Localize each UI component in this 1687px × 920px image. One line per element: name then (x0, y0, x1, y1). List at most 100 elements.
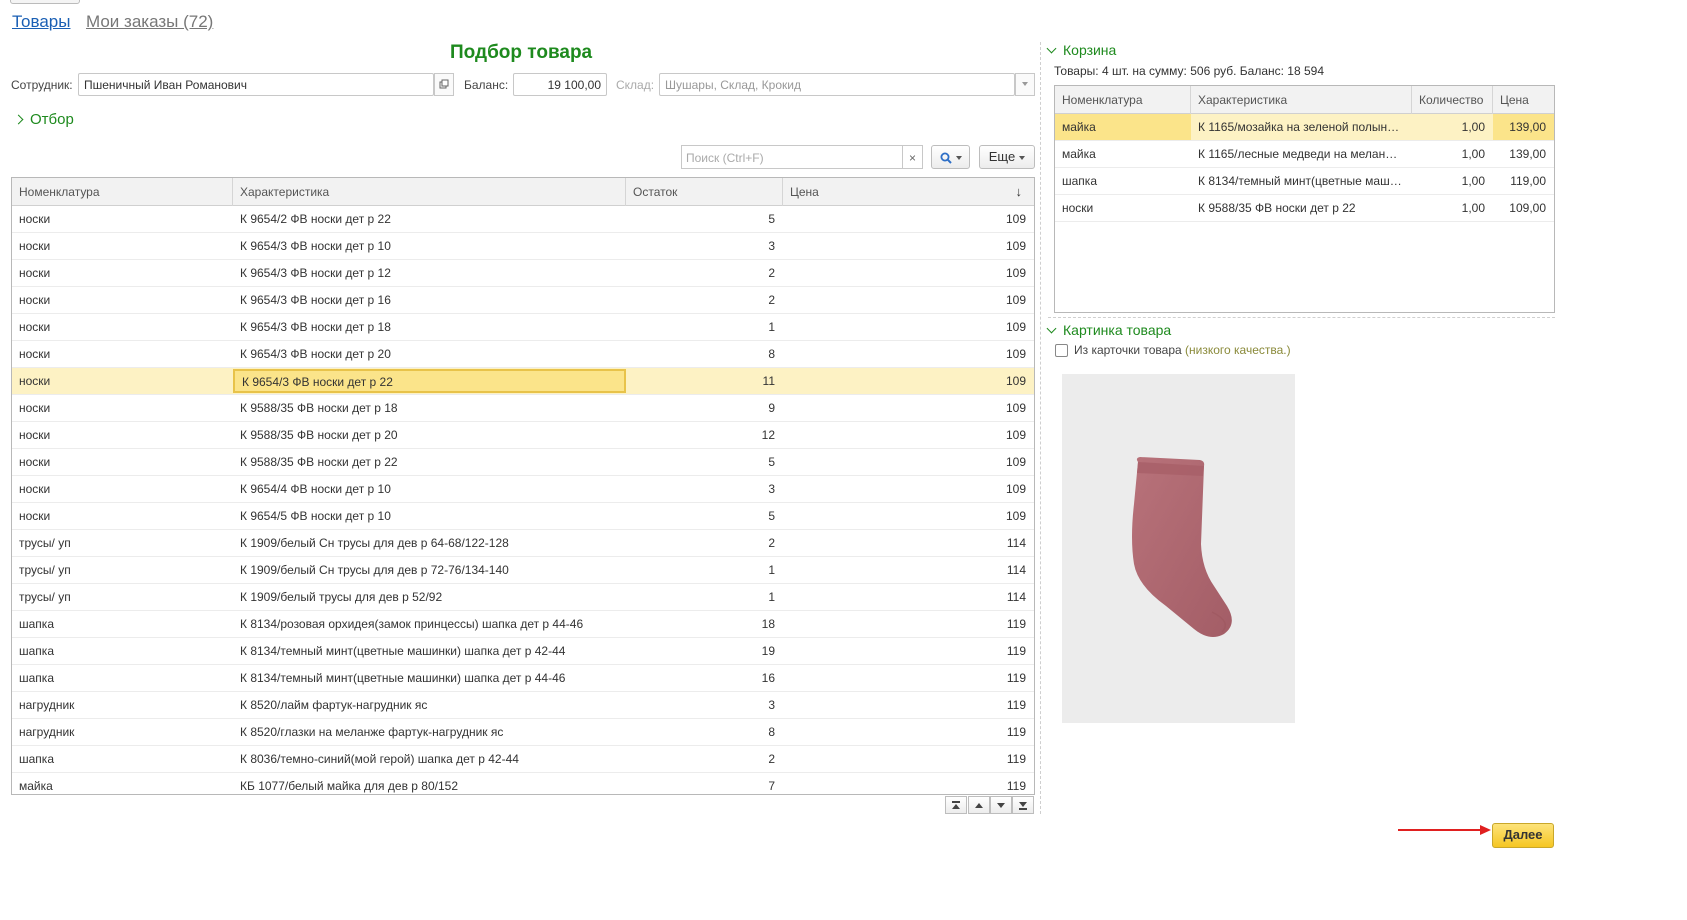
cart-column-price[interactable]: Цена (1493, 86, 1554, 114)
page-up-icon[interactable] (968, 796, 990, 814)
row-stock[interactable]: 1 (626, 584, 783, 610)
row-nomenclature[interactable]: носки (12, 368, 233, 394)
column-header-characteristic[interactable]: Характеристика (233, 178, 626, 206)
cart-row-price[interactable]: 119,00 (1493, 168, 1554, 194)
row-price[interactable]: 109 (783, 287, 1034, 313)
row-characteristic[interactable]: К 1909/белый Сн трусы для дев р 72-76/13… (233, 557, 626, 583)
tab-my-orders[interactable]: Мои заказы (72) (86, 12, 213, 32)
cart-row-nomenclature[interactable]: шапка (1055, 168, 1191, 194)
row-characteristic[interactable]: К 8520/лайм фартук-нагрудник яс (233, 692, 626, 718)
row-nomenclature[interactable]: майка (12, 773, 233, 794)
cart-row-characteristic[interactable]: К 1165/мозайка на зеленой полын… (1191, 114, 1412, 140)
table-row[interactable]: трусы/ уп К 1909/белый Сн трусы для дев р… (12, 557, 1034, 584)
row-price[interactable]: 109 (783, 260, 1034, 286)
column-header-stock[interactable]: Остаток (626, 178, 783, 206)
row-characteristic[interactable]: К 9654/3 ФВ носки дет р 10 (233, 233, 626, 259)
table-row[interactable]: шапка К 8134/темный минт(цветные машинки)… (12, 665, 1034, 692)
row-price[interactable]: 109 (783, 233, 1034, 259)
row-stock[interactable]: 2 (626, 260, 783, 286)
row-price[interactable]: 109 (783, 206, 1034, 232)
search-button[interactable] (931, 145, 970, 169)
row-nomenclature[interactable]: носки (12, 449, 233, 475)
table-row[interactable]: нагрудник К 8520/лайм фартук-нагрудник яс… (12, 692, 1034, 719)
row-stock[interactable]: 2 (626, 287, 783, 313)
row-stock[interactable]: 1 (626, 557, 783, 583)
row-price[interactable]: 119 (783, 611, 1034, 637)
cart-row[interactable]: майка К 1165/лесные медведи на мелан… 1,00… (1055, 141, 1554, 168)
cart-row-price[interactable]: 139,00 (1493, 114, 1554, 140)
chevron-down-icon[interactable] (1015, 73, 1035, 96)
cart-row-characteristic[interactable]: К 1165/лесные медведи на мелан… (1191, 141, 1412, 167)
row-nomenclature[interactable]: носки (12, 287, 233, 313)
cart-row[interactable]: майка К 1165/мозайка на зеленой полын… 1,0… (1055, 114, 1554, 141)
row-stock[interactable]: 18 (626, 611, 783, 637)
cart-row-price[interactable]: 139,00 (1493, 141, 1554, 167)
row-stock[interactable]: 16 (626, 665, 783, 691)
row-stock[interactable]: 5 (626, 503, 783, 529)
row-stock[interactable]: 9 (626, 395, 783, 421)
row-price[interactable]: 119 (783, 719, 1034, 745)
row-stock[interactable]: 5 (626, 449, 783, 475)
row-stock[interactable]: 3 (626, 233, 783, 259)
table-row[interactable]: носки К 9654/3 ФВ носки дет р 18 1 109 (12, 314, 1034, 341)
search-input[interactable]: Поиск (Ctrl+F) (681, 145, 903, 169)
row-characteristic[interactable]: К 9654/3 ФВ носки дет р 20 (233, 341, 626, 367)
row-stock[interactable]: 5 (626, 206, 783, 232)
row-nomenclature[interactable]: носки (12, 206, 233, 232)
row-stock[interactable]: 12 (626, 422, 783, 448)
cart-row-quantity[interactable]: 1,00 (1412, 141, 1493, 167)
row-characteristic[interactable]: К 8036/темно-синий(мой герой) шапка дет … (233, 746, 626, 772)
warehouse-field[interactable]: Шушары, Склад, Крокид (659, 73, 1015, 96)
table-row[interactable]: носки К 9654/3 ФВ носки дет р 12 2 109 (12, 260, 1034, 287)
row-stock[interactable]: 8 (626, 341, 783, 367)
cart-row-quantity[interactable]: 1,00 (1412, 195, 1493, 221)
row-stock[interactable]: 2 (626, 530, 783, 556)
cart-row-nomenclature[interactable]: майка (1055, 141, 1191, 167)
row-price[interactable]: 109 (783, 422, 1034, 448)
page-down-icon[interactable] (990, 796, 1012, 814)
row-price[interactable]: 119 (783, 692, 1034, 718)
row-price[interactable]: 119 (783, 773, 1034, 794)
row-price[interactable]: 109 (783, 368, 1034, 394)
row-price[interactable]: 114 (783, 584, 1034, 610)
row-characteristic[interactable]: К 9588/35 ФВ носки дет р 20 (233, 422, 626, 448)
top-toolbar-stub[interactable] (10, 0, 80, 4)
first-page-icon[interactable] (945, 796, 967, 814)
balance-field[interactable]: 19 100,00 (513, 73, 607, 96)
column-header-nomenclature[interactable]: Номенклатура (12, 178, 233, 206)
table-row[interactable]: носки К 9654/3 ФВ носки дет р 16 2 109 (12, 287, 1034, 314)
row-nomenclature[interactable]: трусы/ уп (12, 530, 233, 556)
row-nomenclature[interactable]: носки (12, 341, 233, 367)
table-row[interactable]: трусы/ уп К 1909/белый Сн трусы для дев р… (12, 530, 1034, 557)
row-nomenclature[interactable]: носки (12, 476, 233, 502)
table-row[interactable]: трусы/ уп К 1909/белый трусы для дев р 52… (12, 584, 1034, 611)
cart-column-quantity[interactable]: Количество (1412, 86, 1493, 114)
table-row[interactable]: нагрудник К 8520/глазки на меланже фартук… (12, 719, 1034, 746)
table-row[interactable]: носки К 9588/35 ФВ носки дет р 18 9 109 (12, 395, 1034, 422)
table-row[interactable]: носки К 9654/4 ФВ носки дет р 10 3 109 (12, 476, 1034, 503)
row-characteristic[interactable]: К 1909/белый Сн трусы для дев р 64-68/12… (233, 530, 626, 556)
search-clear-button[interactable]: × (902, 145, 923, 169)
cart-row-quantity[interactable]: 1,00 (1412, 168, 1493, 194)
cart-table[interactable]: Номенклатура Характеристика Количество Ц… (1054, 85, 1555, 313)
row-stock[interactable]: 2 (626, 746, 783, 772)
row-nomenclature[interactable]: шапка (12, 665, 233, 691)
picture-section-toggle[interactable]: Картинка товара (1046, 322, 1171, 338)
row-price[interactable]: 109 (783, 503, 1034, 529)
row-nomenclature[interactable]: трусы/ уп (12, 584, 233, 610)
row-characteristic[interactable]: К 9654/3 ФВ носки дет р 12 (233, 260, 626, 286)
products-table[interactable]: Номенклатура Характеристика Остаток Цена… (11, 177, 1035, 795)
employee-field[interactable]: Пшеничный Иван Романович (78, 73, 434, 96)
row-stock[interactable]: 3 (626, 692, 783, 718)
row-characteristic[interactable]: К 9654/2 ФВ носки дет р 22 (233, 206, 626, 232)
last-page-icon[interactable] (1012, 796, 1034, 814)
row-characteristic[interactable]: К 9654/3 ФВ носки дет р 22 (233, 369, 626, 393)
row-stock[interactable]: 19 (626, 638, 783, 664)
cart-column-characteristic[interactable]: Характеристика (1191, 86, 1412, 114)
cart-row-characteristic[interactable]: К 8134/темный минт(цветные маш… (1191, 168, 1412, 194)
row-price[interactable]: 109 (783, 341, 1034, 367)
next-button[interactable]: Далее (1492, 823, 1554, 848)
row-price[interactable]: 119 (783, 638, 1034, 664)
row-price[interactable]: 114 (783, 557, 1034, 583)
row-nomenclature[interactable]: носки (12, 314, 233, 340)
